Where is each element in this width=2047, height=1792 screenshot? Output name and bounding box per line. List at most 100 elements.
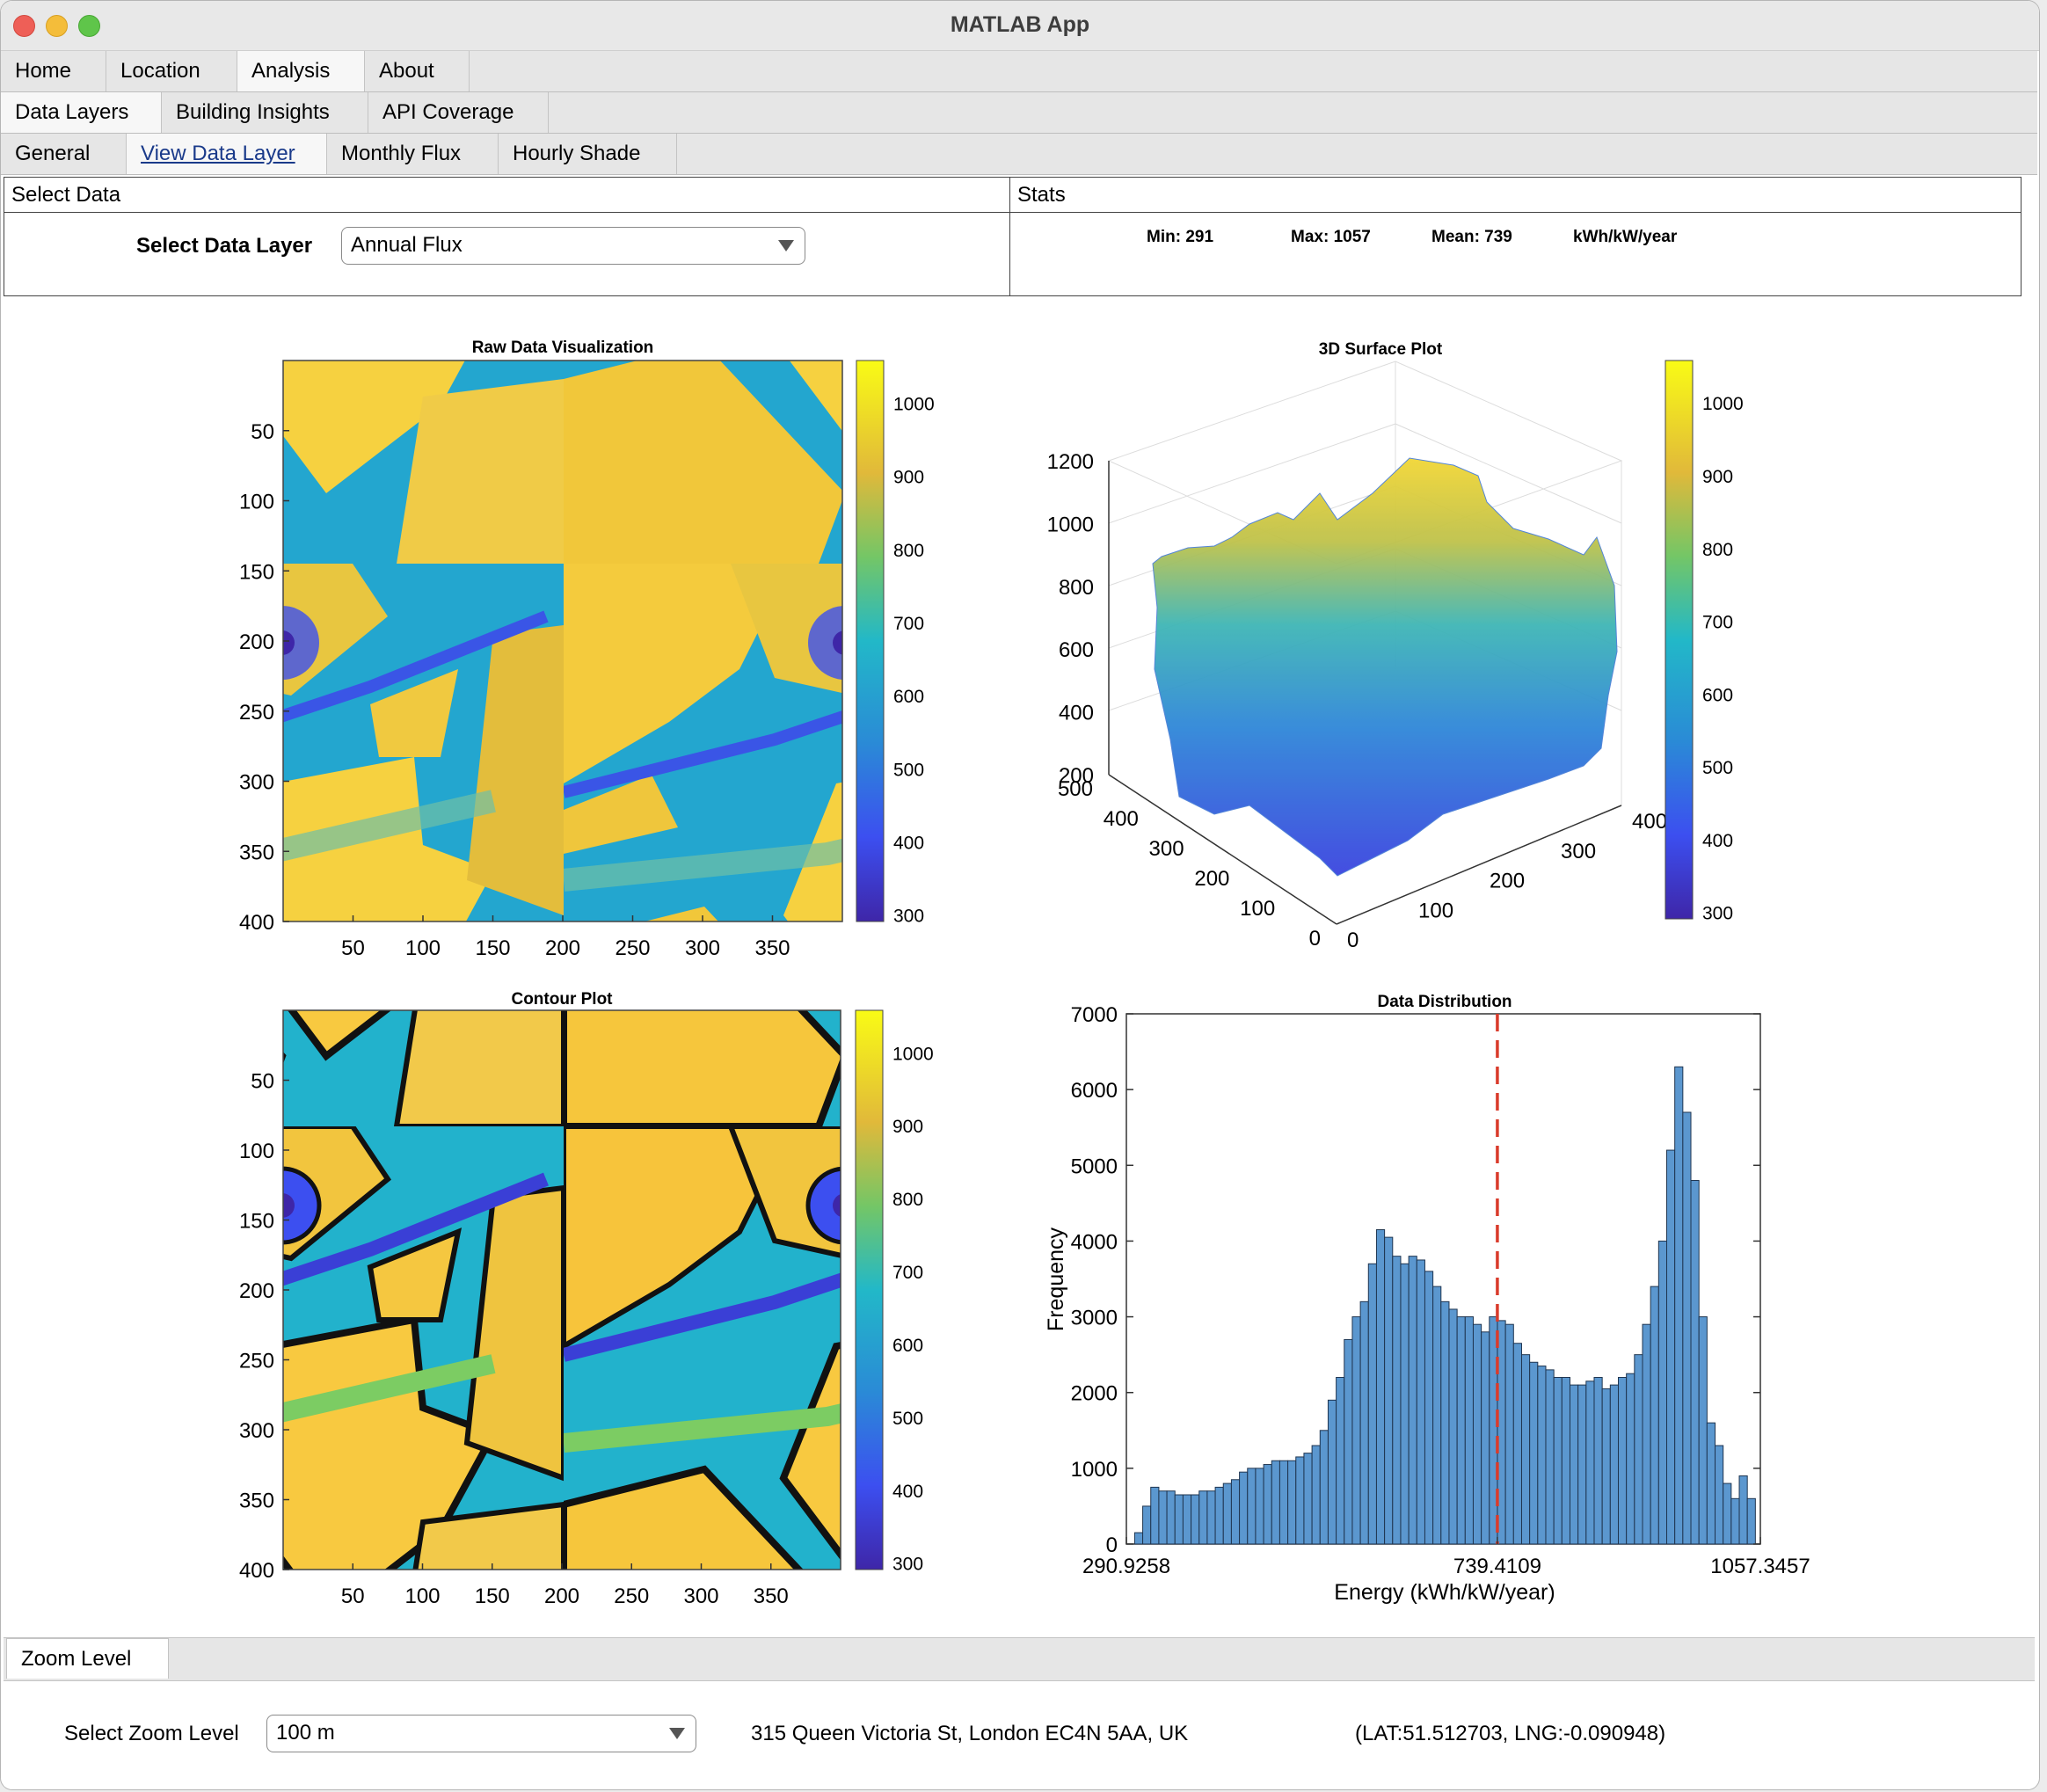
data-layer-dropdown-value: Annual Flux [351, 233, 463, 257]
histogram-bar [1303, 1453, 1313, 1545]
histogram-bar [1432, 1286, 1442, 1545]
x-tick-label: 250 [615, 936, 650, 960]
x-tick-label: 300 [683, 1584, 718, 1608]
histogram-bar [1472, 1323, 1482, 1545]
y-tick-label: 300 [1149, 837, 1184, 861]
y-tick-label: 200 [239, 630, 274, 654]
histogram-bar [1142, 1505, 1152, 1545]
histogram-bar [1738, 1475, 1748, 1545]
app-window: MATLAB App Home Location Analysis About … [0, 0, 2040, 1790]
colorbar-tick-label: 900 [1702, 467, 1733, 487]
x-tick-label: 150 [475, 1584, 510, 1608]
histogram-bar [1706, 1422, 1716, 1545]
y-tick-label: 200 [1194, 867, 1229, 891]
histogram-bar [1247, 1468, 1257, 1545]
histogram-bar [1384, 1236, 1394, 1545]
y-tick-label: 0 [1309, 927, 1321, 951]
chevron-down-icon [669, 1728, 685, 1739]
colorbar-tick-label: 300 [892, 1555, 923, 1575]
colorbar-tick-label: 1000 [893, 394, 935, 414]
histogram-bar [1255, 1468, 1264, 1545]
histogram-bar [1150, 1486, 1160, 1545]
y-tick-label: 100 [239, 491, 274, 514]
histogram-bar [1529, 1361, 1539, 1545]
colorbar-tick-label: 600 [892, 1336, 923, 1356]
histogram-bar [1424, 1271, 1434, 1545]
stat-unit: kWh/kW/year [1573, 228, 1678, 246]
raw-data-title: Raw Data Visualization [472, 339, 654, 357]
contour-y-ticks: 50 100 150 200 250 300 350 400 [239, 1070, 289, 1583]
tab-api-coverage[interactable]: API Coverage [368, 92, 549, 133]
histogram-bar [1601, 1388, 1611, 1545]
y-tick-label: 0 [1106, 1533, 1118, 1557]
tab-location[interactable]: Location [106, 51, 237, 91]
y-tick-label: 400 [1104, 807, 1139, 831]
histogram-bar [1359, 1300, 1369, 1545]
y-tick-label: 400 [239, 1559, 274, 1583]
x-tick-label: 300 [685, 936, 720, 960]
histogram-bar [1715, 1445, 1724, 1545]
histogram-bar [1617, 1376, 1628, 1545]
tab-building-insights[interactable]: Building Insights [162, 92, 368, 133]
data-layer-dropdown[interactable]: Annual Flux [341, 227, 805, 265]
z-tick-label: 1000 [1047, 513, 1094, 536]
tab-general[interactable]: General [1, 134, 127, 174]
x-tick-label: 200 [544, 1584, 579, 1608]
tab-analysis[interactable]: Analysis [237, 51, 365, 91]
colorbar-tick-label: 400 [1702, 831, 1733, 851]
histogram-bar [1319, 1430, 1329, 1545]
histogram-y-label: Frequency [1044, 1227, 1068, 1331]
histogram-bar [1278, 1460, 1289, 1545]
tab-monthly-flux[interactable]: Monthly Flux [327, 134, 499, 174]
colorbar-tick-label: 700 [1702, 613, 1733, 633]
x-tick-label: 350 [754, 936, 790, 960]
x-tick-label: 150 [475, 936, 510, 960]
colorbar-tick-label: 800 [893, 541, 924, 561]
tab-view-data-layer[interactable]: View Data Layer [127, 134, 327, 174]
histogram-bar [1569, 1384, 1579, 1545]
tab-about[interactable]: About [365, 51, 470, 91]
histogram-bar [1642, 1323, 1651, 1545]
histogram-bar [1497, 1320, 1506, 1545]
histogram-bar [1537, 1366, 1547, 1545]
histogram-bar [1520, 1354, 1531, 1545]
histogram-bar [1336, 1376, 1345, 1545]
colorbar-tick-label: 400 [893, 834, 924, 854]
histogram-bar [1585, 1380, 1595, 1545]
colorbar-tick-label: 800 [892, 1190, 923, 1210]
chevron-down-icon [778, 240, 794, 251]
histogram-bar [1609, 1384, 1619, 1545]
y-tick-label: 200 [239, 1279, 274, 1303]
stat-max: Max: 1057 [1291, 228, 1371, 246]
colorbar-tick-label: 400 [892, 1482, 923, 1502]
histogram-bar [1182, 1494, 1192, 1545]
tab-data-layers[interactable]: Data Layers [1, 92, 162, 133]
x-tick-label: 50 [341, 1584, 365, 1608]
surface-colorbar [1665, 360, 1694, 920]
stat-min: Min: 291 [1147, 228, 1214, 246]
y-tick-label: 100 [239, 1140, 274, 1163]
contour-colorbar-ticks: 1000 900 800 700 600 500 400 300 [892, 1044, 934, 1574]
contour-plot-title: Contour Plot [511, 990, 613, 1009]
colorbar-tick-label: 800 [1702, 540, 1733, 560]
x-tick-label: 250 [614, 1584, 649, 1608]
histogram-bar [1650, 1286, 1659, 1545]
x-tick-label: 100 [404, 1584, 440, 1608]
histogram-bar [1690, 1180, 1700, 1545]
histogram-bar [1657, 1240, 1668, 1545]
y-tick-label: 400 [239, 911, 274, 935]
title-bar: MATLAB App [1, 1, 2039, 51]
tab-zoom-level[interactable]: Zoom Level [6, 1638, 169, 1679]
zoom-level-dropdown[interactable]: 100 m [266, 1715, 696, 1752]
surface-z-ticks: 12001000800600400200 [1047, 450, 1094, 788]
histogram-bar [1464, 1316, 1474, 1545]
tab-hourly-shade[interactable]: Hourly Shade [499, 134, 677, 174]
histogram-bar [1295, 1456, 1305, 1545]
histogram-bar [1344, 1338, 1353, 1545]
raw-data-heatmap [282, 360, 843, 922]
histogram-bar [1577, 1384, 1587, 1545]
x-tick-label: 100 [1418, 899, 1453, 922]
data-layers-tab-bar: General View Data Layer Monthly Flux Hou… [1, 134, 2037, 175]
tab-home[interactable]: Home [1, 51, 106, 91]
y-tick-label: 150 [239, 560, 274, 584]
